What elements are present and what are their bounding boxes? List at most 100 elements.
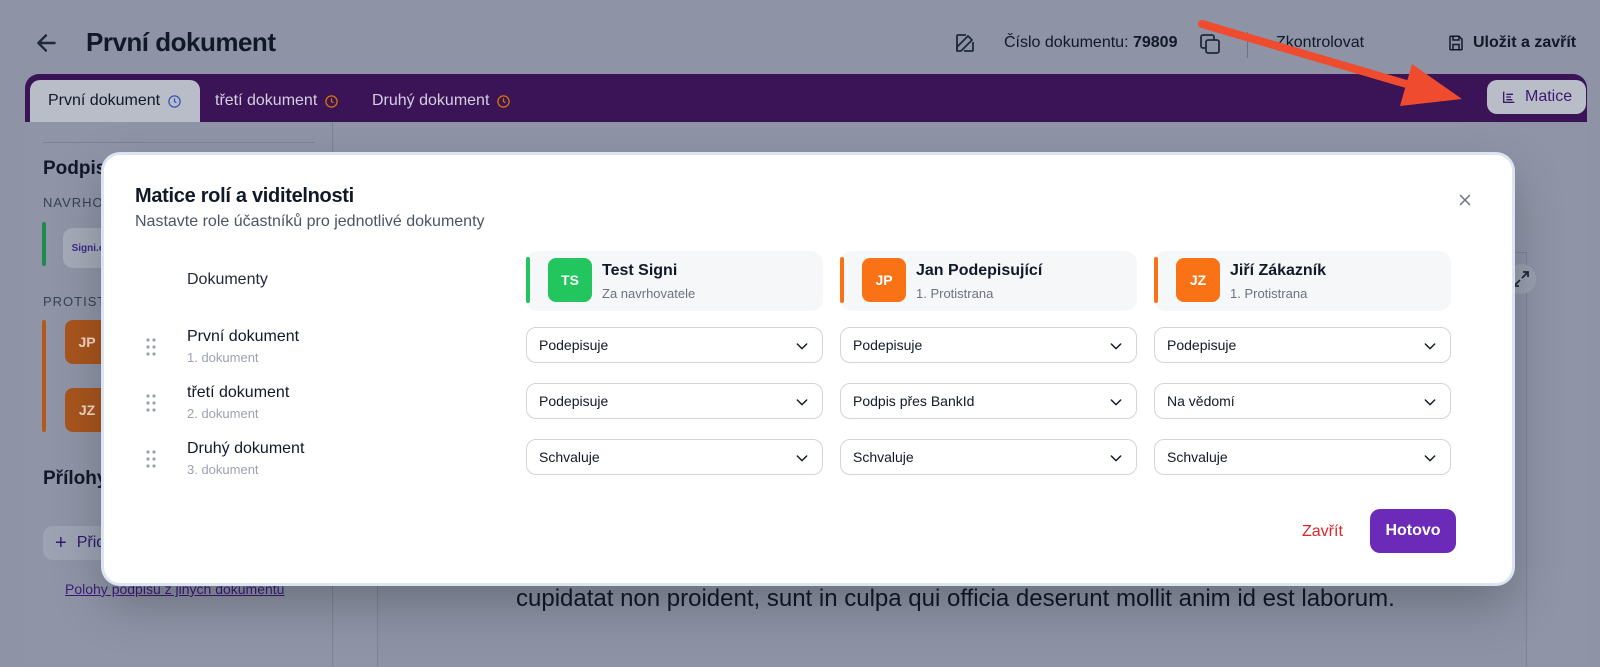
role-select[interactable]: Schvaluje (840, 439, 1137, 475)
drag-handle-icon[interactable] (145, 393, 157, 413)
edit-icon[interactable] (953, 31, 977, 55)
matrix-button-label: Matice (1525, 88, 1573, 105)
signature-positions-link[interactable]: Polohy podpisu z jiných dokumentu (65, 581, 284, 597)
drag-handle-icon[interactable] (145, 337, 157, 357)
document-tabbar: První dokument třetí dokument Druhý doku… (25, 74, 1587, 122)
clock-icon (168, 94, 181, 108)
participant-role: 1. Protistrana (916, 286, 994, 301)
save-and-close-button[interactable]: Uložit a zavřít (1447, 34, 1576, 52)
role-select[interactable]: Podepisuje (526, 327, 823, 363)
chevron-down-icon (796, 343, 808, 350)
role-select-value: Podpis přes BankId (853, 393, 975, 409)
role-select-value: Podepisuje (539, 393, 609, 409)
app-header: První dokument Číslo dokumentu: 79809 Zk… (0, 0, 1600, 78)
participant-header: JZ Jiří Zákazník 1. Protistrana (1154, 251, 1451, 311)
counterparty-accent-bar (42, 320, 46, 432)
avatar: TS (548, 258, 592, 302)
document-number-label: Číslo dokumentu: (1004, 34, 1129, 51)
role-select-value: Podepisuje (1167, 337, 1237, 353)
done-button[interactable]: Hotovo (1370, 509, 1456, 553)
document-number: Číslo dokumentu: 79809 (1004, 34, 1177, 52)
header-divider (1247, 32, 1248, 58)
tab-second-document[interactable]: Druhý dokument (354, 80, 529, 122)
role-select-value: Na vědomí (1167, 393, 1235, 409)
save-icon (1449, 35, 1463, 51)
avatar: JP (862, 258, 906, 302)
participant-header: JP Jan Podepisující 1. Protistrana (840, 251, 1137, 311)
drag-handle-icon[interactable] (145, 449, 157, 469)
role-select[interactable]: Na vědomí (1154, 383, 1451, 419)
role-select[interactable]: Schvaluje (526, 439, 823, 475)
role-select-value: Schvaluje (853, 449, 914, 465)
participant-accent-bar (1154, 257, 1158, 303)
participant-role: Za navrhovatele (602, 286, 696, 301)
chevron-down-icon (1110, 455, 1122, 462)
avatar[interactable]: JZ (65, 388, 109, 432)
tab-label: Druhý dokument (372, 92, 490, 109)
role-select[interactable]: Podepisuje (1154, 327, 1451, 363)
chevron-down-icon (1424, 399, 1436, 406)
document-number-value: 79809 (1132, 34, 1178, 51)
plus-icon: + (55, 531, 67, 554)
participant-name: Test Signi (602, 262, 678, 279)
documents-column-label: Dokumenty (187, 271, 268, 288)
check-button[interactable]: Zkontrolovat (1276, 34, 1364, 52)
document-row-index: 2. dokument (187, 406, 259, 421)
tab-label: třetí dokument (215, 92, 318, 109)
document-row-name: První dokument (187, 328, 300, 345)
document-row: třetí dokument 2. dokument Podepisuje Po… (104, 379, 1512, 429)
role-select-value: Schvaluje (539, 449, 600, 465)
proposer-section-label: NAVRHOV (43, 195, 114, 210)
tab-label: První dokument (48, 92, 161, 109)
chevron-down-icon (1424, 455, 1436, 462)
role-select[interactable]: Schvaluje (1154, 439, 1451, 475)
role-select-value: Schvaluje (1167, 449, 1228, 465)
participant-accent-bar (526, 257, 530, 303)
tab-third-document[interactable]: třetí dokument (197, 80, 357, 122)
document-row-name: Druhý dokument (187, 440, 305, 457)
proposer-accent-bar (42, 222, 46, 266)
participant-name: Jan Podepisující (916, 262, 1043, 279)
chevron-down-icon (1424, 343, 1436, 350)
check-label: Zkontrolovat (1276, 34, 1365, 51)
document-row-name: třetí dokument (187, 384, 290, 401)
back-arrow-icon[interactable] (34, 30, 60, 56)
copy-icon[interactable] (1198, 32, 1222, 56)
modal-title: Matice rolí a viditelnosti (135, 185, 354, 207)
document-row: První dokument 1. dokument Podepisuje Po… (104, 323, 1512, 373)
document-row: Druhý dokument 3. dokument Schvaluje Sch… (104, 435, 1512, 485)
role-select-value: Podepisuje (539, 337, 609, 353)
clock-icon (497, 94, 511, 108)
role-matrix-modal: Matice rolí a viditelnosti Nastavte role… (104, 155, 1512, 583)
matrix-button[interactable]: Matice (1487, 80, 1587, 114)
page-title: První dokument (86, 27, 276, 57)
role-select[interactable]: Podpis přes BankId (840, 383, 1137, 419)
save-label: Uložit a zavřít (1473, 34, 1577, 51)
matrix-icon (1503, 91, 1515, 103)
avatar[interactable]: JP (65, 320, 109, 364)
participant-role: 1. Protistrana (1230, 286, 1308, 301)
role-select[interactable]: Podepisuje (526, 383, 823, 419)
modal-subtitle: Nastavte role účastníků pro jednotlivé d… (135, 213, 485, 230)
clock-icon (325, 94, 339, 108)
role-select[interactable]: Podepisuje (840, 327, 1137, 363)
counterparty-section-label: PROTIST (43, 294, 107, 309)
document-body-text: cupidatat non proident, sunt in culpa qu… (516, 585, 1395, 612)
close-button[interactable]: Zavřít (1302, 523, 1343, 541)
document-row-index: 1. dokument (187, 350, 259, 365)
close-icon[interactable] (1456, 191, 1474, 209)
chevron-down-icon (796, 455, 808, 462)
chevron-down-icon (1110, 343, 1122, 350)
participant-accent-bar (840, 257, 844, 303)
chevron-down-icon (796, 399, 808, 406)
sidebar-divider (43, 142, 315, 143)
tab-first-document[interactable]: První dokument (30, 80, 201, 122)
participant-name: Jiří Zákazník (1230, 262, 1327, 279)
participant-header: TS Test Signi Za navrhovatele (526, 251, 823, 311)
role-select-value: Podepisuje (853, 337, 923, 353)
avatar: JZ (1176, 258, 1220, 302)
document-row-index: 3. dokument (187, 462, 259, 477)
attachments-heading: Přílohy (43, 468, 108, 489)
add-attachment-label: Přid (76, 534, 106, 551)
chevron-down-icon (1110, 399, 1122, 406)
